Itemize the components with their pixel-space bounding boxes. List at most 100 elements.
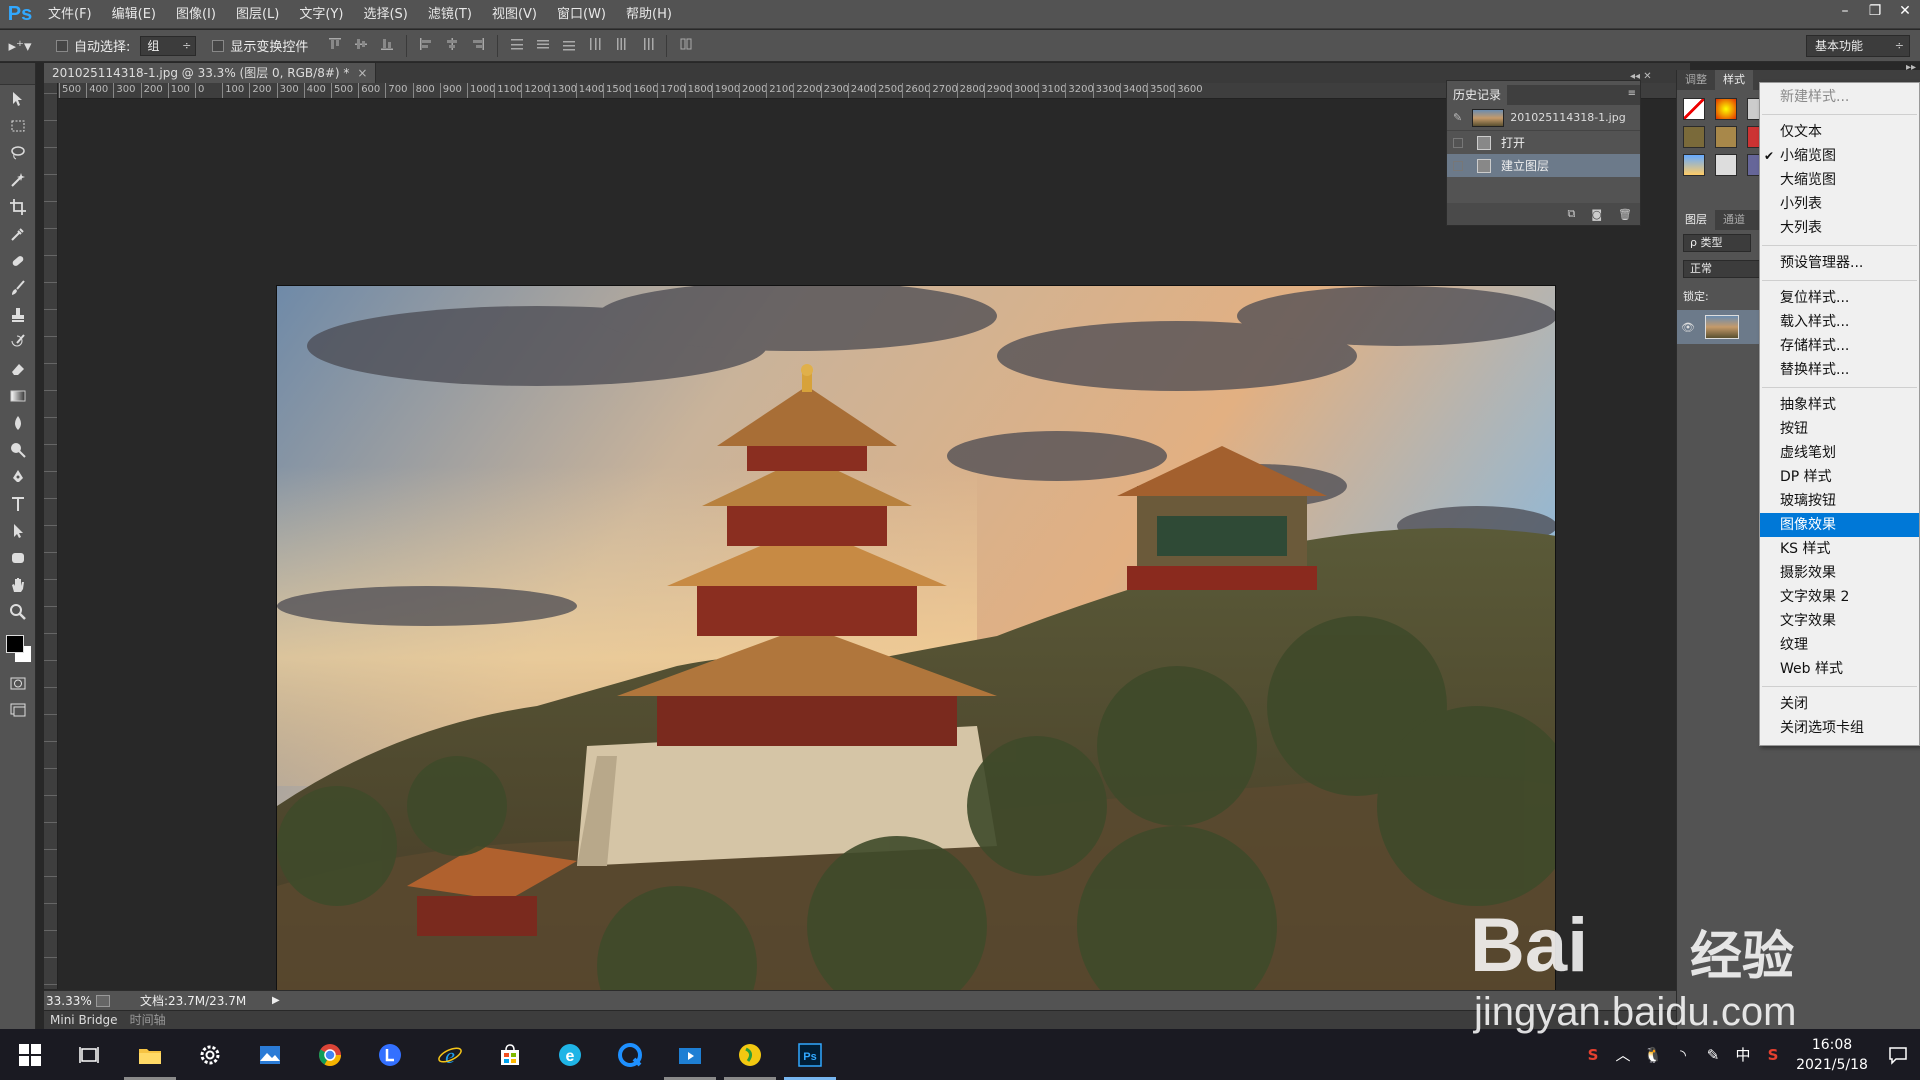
- expand-panels-icon[interactable]: ▸▸: [1906, 62, 1916, 73]
- distribute-hcenter-icon[interactable]: [610, 35, 632, 53]
- styles-menu-item[interactable]: 按钮: [1760, 417, 1919, 441]
- layer-visibility-eye-icon[interactable]: 👁: [1677, 321, 1699, 334]
- styles-menu-item[interactable]: 替换样式...: [1760, 358, 1919, 382]
- tab-styles[interactable]: 样式: [1715, 70, 1753, 90]
- document-info-icon[interactable]: [96, 994, 110, 1007]
- video-player-icon[interactable]: [660, 1029, 720, 1080]
- styles-menu-item[interactable]: 关闭选项卡组: [1760, 716, 1919, 740]
- crop-tool-icon[interactable]: [0, 193, 36, 220]
- align-left-icon[interactable]: [415, 35, 437, 53]
- store-icon[interactable]: [480, 1029, 540, 1080]
- styles-menu-item[interactable]: 抽象样式: [1760, 393, 1919, 417]
- distribute-top-icon[interactable]: [506, 35, 528, 53]
- menu-window[interactable]: 窗口(W): [547, 0, 616, 29]
- qq-tray-icon[interactable]: 🐧: [1638, 1029, 1668, 1080]
- styles-menu-item[interactable]: 虚线笔划: [1760, 441, 1919, 465]
- style-swatch[interactable]: [1683, 126, 1705, 148]
- tab-timeline[interactable]: 时间轴: [124, 1011, 172, 1029]
- menu-view[interactable]: 视图(V): [482, 0, 547, 29]
- show-transform-checkbox[interactable]: [212, 39, 225, 52]
- show-hidden-icons-icon[interactable]: ︿: [1608, 1029, 1638, 1080]
- menu-help[interactable]: 帮助(H): [616, 0, 682, 29]
- move-tool-icon[interactable]: [0, 85, 36, 112]
- healing-brush-tool-icon[interactable]: [0, 247, 36, 274]
- styles-menu-item[interactable]: KS 样式: [1760, 537, 1919, 561]
- eyedropper-tool-icon[interactable]: [0, 220, 36, 247]
- style-swatch[interactable]: [1715, 154, 1737, 176]
- align-right-icon[interactable]: [467, 35, 489, 53]
- distribute-right-icon[interactable]: [636, 35, 658, 53]
- align-vcenter-icon[interactable]: [350, 35, 372, 53]
- align-top-icon[interactable]: [324, 35, 346, 53]
- menu-filter[interactable]: 滤镜(T): [418, 0, 482, 29]
- chrome-icon[interactable]: [300, 1029, 360, 1080]
- menu-select[interactable]: 选择(S): [353, 0, 417, 29]
- menu-type[interactable]: 文字(Y): [289, 0, 353, 29]
- magic-wand-tool-icon[interactable]: [0, 166, 36, 193]
- distribute-bottom-icon[interactable]: [558, 35, 580, 53]
- sogou-ime-icon[interactable]: S: [1578, 1029, 1608, 1080]
- tools-panel-header[interactable]: [0, 63, 35, 85]
- minimize-button[interactable]: –: [1830, 0, 1860, 22]
- hand-tool-icon[interactable]: [0, 571, 36, 598]
- input-language-indicator[interactable]: 中: [1728, 1029, 1758, 1080]
- edge-icon[interactable]: e: [540, 1029, 600, 1080]
- styles-menu-item[interactable]: 摄影效果: [1760, 561, 1919, 585]
- panel-menu-icon[interactable]: ≡: [1628, 88, 1636, 99]
- internet-explorer-icon[interactable]: e: [420, 1029, 480, 1080]
- menu-edit[interactable]: 编辑(E): [102, 0, 166, 29]
- styles-menu-item[interactable]: DP 样式: [1760, 465, 1919, 489]
- shape-tool-icon[interactable]: [0, 544, 36, 571]
- history-source-box[interactable]: [1453, 160, 1463, 171]
- photos-icon[interactable]: [240, 1029, 300, 1080]
- screen-mode-icon[interactable]: [0, 696, 36, 723]
- history-panel-title[interactable]: 历史记录: [1447, 85, 1508, 105]
- tab-channels[interactable]: 通道: [1715, 210, 1753, 230]
- close-button[interactable]: ✕: [1890, 0, 1920, 22]
- lasso-tool-icon[interactable]: [0, 139, 36, 166]
- zoom-level[interactable]: 33.33%: [44, 994, 92, 1008]
- canvas-area[interactable]: [58, 99, 1676, 1005]
- status-menu-arrow-icon[interactable]: ▶: [272, 995, 280, 1006]
- menu-file[interactable]: 文件(F): [38, 0, 102, 29]
- pen-tool-icon[interactable]: [0, 463, 36, 490]
- styles-menu-item[interactable]: 小列表: [1760, 192, 1919, 216]
- styles-menu-item[interactable]: 复位样式...: [1760, 286, 1919, 310]
- distribute-vcenter-icon[interactable]: [532, 35, 554, 53]
- layer-filter-dropdown[interactable]: ρ 类型: [1683, 234, 1751, 252]
- clone-stamp-tool-icon[interactable]: [0, 301, 36, 328]
- windows-start-icon[interactable]: [0, 1029, 60, 1080]
- style-swatch[interactable]: [1715, 126, 1737, 148]
- wifi-icon[interactable]: ◝: [1668, 1029, 1698, 1080]
- move-tool-preset-icon[interactable]: ▸⁺▾: [0, 37, 40, 55]
- workspace-dropdown[interactable]: 基本功能: [1806, 35, 1910, 57]
- history-step[interactable]: 打开: [1447, 131, 1640, 154]
- styles-menu-item[interactable]: 仅文本: [1760, 120, 1919, 144]
- brush-tool-icon[interactable]: [0, 274, 36, 301]
- styles-menu-item[interactable]: 关闭: [1760, 692, 1919, 716]
- restore-button[interactable]: ❐: [1860, 0, 1890, 22]
- styles-menu-item[interactable]: 预设管理器...: [1760, 251, 1919, 275]
- align-bottom-icon[interactable]: [376, 35, 398, 53]
- path-selection-tool-icon[interactable]: [0, 517, 36, 544]
- gradient-tool-icon[interactable]: [0, 382, 36, 409]
- dodge-tool-icon[interactable]: [0, 436, 36, 463]
- pen-icon[interactable]: ✎: [1698, 1029, 1728, 1080]
- menu-image[interactable]: 图像(I): [166, 0, 226, 29]
- quick-mask-icon[interactable]: [0, 669, 36, 696]
- music-player-icon[interactable]: [720, 1029, 780, 1080]
- clock[interactable]: 16:08 2021/5/18: [1788, 1035, 1876, 1075]
- styles-menu-item[interactable]: 文字效果: [1760, 609, 1919, 633]
- styles-menu-item[interactable]: 大列表: [1760, 216, 1919, 240]
- lark-icon[interactable]: [360, 1029, 420, 1080]
- styles-menu-item[interactable]: 载入样式...: [1760, 310, 1919, 334]
- styles-menu-item[interactable]: 文字效果 2: [1760, 585, 1919, 609]
- styles-menu-item[interactable]: 大缩览图: [1760, 168, 1919, 192]
- menu-layer[interactable]: 图层(L): [226, 0, 289, 29]
- styles-menu-item[interactable]: 纹理: [1760, 633, 1919, 657]
- history-step-selected[interactable]: 建立图层: [1447, 154, 1640, 177]
- tab-adjustments[interactable]: 调整: [1677, 70, 1715, 90]
- tab-mini-bridge[interactable]: Mini Bridge: [44, 1011, 124, 1029]
- sogou-tray-icon[interactable]: S: [1758, 1029, 1788, 1080]
- task-view-icon[interactable]: [60, 1029, 120, 1080]
